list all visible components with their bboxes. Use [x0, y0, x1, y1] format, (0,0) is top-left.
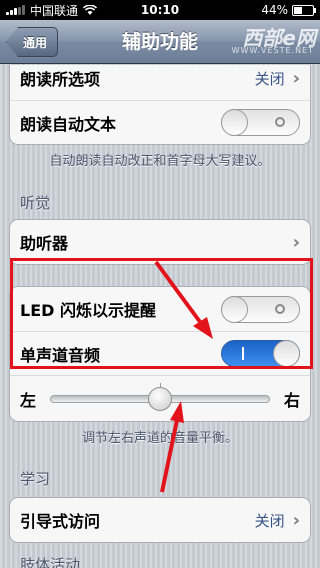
annotation-arrows	[154, 260, 213, 493]
annotation-arrow-icon	[160, 401, 184, 493]
battery-icon	[292, 4, 316, 16]
annotation-arrow-icon	[154, 260, 213, 339]
battery-percent: 44%	[261, 3, 288, 17]
